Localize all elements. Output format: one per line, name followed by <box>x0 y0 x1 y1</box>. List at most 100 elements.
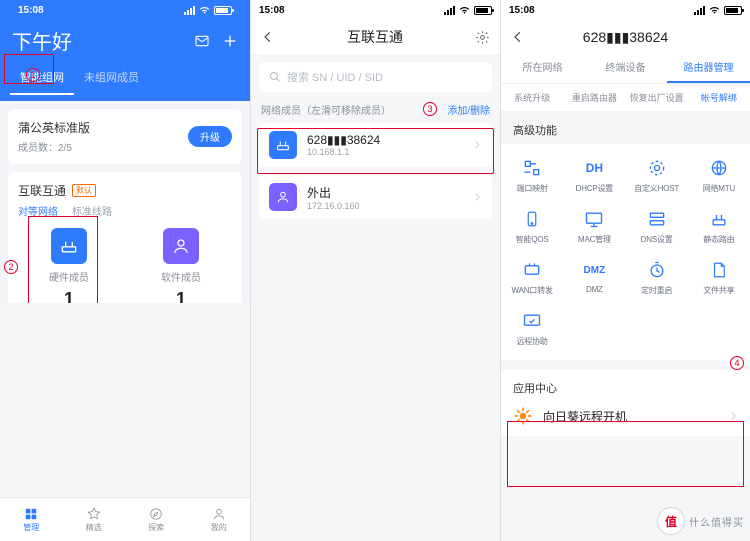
mtu-icon <box>708 157 730 179</box>
app-item-label: 向日葵远程开机 <box>543 408 627 425</box>
signal-icon <box>694 6 705 15</box>
battery-icon <box>474 6 492 15</box>
file-icon <box>708 259 730 281</box>
host-icon <box>646 157 668 179</box>
default-badge: 默认 <box>72 184 96 197</box>
top-tabs: 所在网络 终端设备 路由器管理 <box>501 54 750 84</box>
upgrade-button[interactable]: 升级 <box>188 126 232 147</box>
dns-icon <box>646 208 668 230</box>
plus-icon[interactable] <box>222 33 238 49</box>
tab-explore[interactable]: 探索 <box>125 498 188 541</box>
remote-icon <box>521 310 543 332</box>
static-route-icon <box>708 208 730 230</box>
subtab-peer[interactable]: 对等网络 <box>18 203 58 218</box>
interconnect-card: 互联互通 默认 对等网络 标准线路 硬件成员 1 <box>8 172 242 303</box>
sw-label: 软件成员 <box>161 269 201 284</box>
sub-reboot[interactable]: 重启路由器 <box>563 84 625 111</box>
add-remove-link[interactable]: 添加/删除 <box>447 102 490 117</box>
sub-upgrade[interactable]: 系统升级 <box>501 84 563 111</box>
member-ip: 172.16.0.160 <box>307 201 360 211</box>
back-icon[interactable] <box>511 30 525 44</box>
section-label: 网络成员（左滑可移除成员） <box>261 102 391 117</box>
feat-wan[interactable]: WAN口转发 <box>501 252 563 303</box>
member-name: 外出 <box>307 184 360 201</box>
feat-remote[interactable]: 远程协助 <box>501 303 563 354</box>
feat-dhcp[interactable]: DHDHCP设置 <box>563 150 625 201</box>
subtab-standard[interactable]: 标准线路 <box>72 203 112 218</box>
chevron-right-icon <box>472 192 482 202</box>
tab-network[interactable]: 所在网络 <box>501 54 584 83</box>
hw-label: 硬件成员 <box>49 269 89 284</box>
wifi-icon <box>459 6 470 14</box>
feat-mac[interactable]: MAC管理 <box>563 201 625 252</box>
feat-mtu[interactable]: 网络MTU <box>688 150 750 201</box>
star-icon <box>87 507 101 521</box>
page-title: 互联互通 <box>347 27 403 47</box>
wifi-icon <box>199 6 210 14</box>
router-icon <box>269 131 297 159</box>
feat-dns[interactable]: DNS设置 <box>626 201 688 252</box>
wan-icon <box>521 259 543 281</box>
member-row[interactable]: 外出 172.16.0.160 <box>259 175 492 219</box>
port-map-icon <box>521 157 543 179</box>
tab-devices[interactable]: 终端设备 <box>584 54 667 83</box>
sub-unbind[interactable]: 帐号解绑 <box>688 84 750 111</box>
bottom-tabbar: 管理 精选 探索 我的 <box>0 497 250 541</box>
feat-static[interactable]: 静态路由 <box>688 201 750 252</box>
screen-home: 15:08 下午好 智能组网 未组网成员 1 蒲公英标准版 成员数：2/5 <box>0 0 250 541</box>
interconnect-title: 互联互通 <box>18 182 66 199</box>
search-placeholder: 搜索 SN / UID / SID <box>287 69 383 85</box>
sunflower-icon <box>513 406 533 426</box>
page-title: 628▮▮▮38624 <box>583 29 668 46</box>
feature-grid: 端口映射 DHDHCP设置 自定义HOST 网络MTU 智能QOS MAC管理 … <box>501 144 750 360</box>
sw-count: 1 <box>176 289 186 303</box>
greeting: 下午好 <box>12 26 72 55</box>
member-row[interactable]: 628▮▮▮38624 10.168.1.1 <box>259 123 492 167</box>
screen-interconnect: 15:08 互联互通 搜索 SN / UID / SID 网络成员（左滑可移除成… <box>250 0 500 541</box>
search-input[interactable]: 搜索 SN / UID / SID <box>259 62 492 92</box>
person-icon <box>212 507 226 521</box>
app-item-sunlogin[interactable]: 向日葵远程开机 <box>513 406 738 426</box>
tab-mine[interactable]: 我的 <box>188 498 251 541</box>
battery-icon <box>214 6 232 15</box>
battery-icon <box>724 6 742 15</box>
status-bar: 15:08 <box>251 0 500 20</box>
screen-router: 15:08 628▮▮▮38624 所在网络 终端设备 路由器管理 系统升级 重… <box>500 0 750 541</box>
app-center: 应用中心 向日葵远程开机 4 <box>501 370 750 436</box>
mail-icon[interactable] <box>194 33 210 49</box>
feat-dmz[interactable]: DMZDMZ <box>563 252 625 303</box>
back-icon[interactable] <box>261 30 275 44</box>
tab-smart-network[interactable]: 智能组网 <box>10 63 74 95</box>
hardware-members[interactable]: 硬件成员 1 <box>18 228 120 303</box>
signal-icon <box>184 6 195 15</box>
advanced-section-title: 高级功能 <box>501 112 750 144</box>
router-icon <box>51 228 87 264</box>
status-time: 15:08 <box>18 5 44 16</box>
feat-qos[interactable]: 智能QOS <box>501 201 563 252</box>
software-members[interactable]: 软件成员 1 <box>130 228 232 303</box>
status-bar: 15:08 <box>501 0 750 20</box>
gear-icon[interactable] <box>475 30 490 45</box>
tab-router-mgmt[interactable]: 路由器管理 <box>667 54 750 83</box>
member-ip: 10.168.1.1 <box>307 147 380 157</box>
mac-icon <box>583 208 605 230</box>
feat-host[interactable]: 自定义HOST <box>626 150 688 201</box>
sub-tabs: 系统升级 重启路由器 恢复出厂设置 帐号解绑 <box>501 84 750 112</box>
tab-ungrouped[interactable]: 未组网成员 <box>74 63 149 95</box>
nav-bar: 互联互通 <box>251 20 500 54</box>
feat-reboot[interactable]: 定时重启 <box>626 252 688 303</box>
chevron-right-icon <box>728 411 738 421</box>
user-icon <box>163 228 199 264</box>
tab-manage[interactable]: 管理 <box>0 498 63 541</box>
plan-name: 蒲公英标准版 <box>18 119 90 136</box>
tab-featured[interactable]: 精选 <box>63 498 126 541</box>
feat-port-map[interactable]: 端口映射 <box>501 150 563 201</box>
signal-icon <box>444 6 455 15</box>
dmz-icon: DMZ <box>583 259 605 281</box>
qos-icon <box>521 208 543 230</box>
grid-icon <box>24 507 38 521</box>
sub-factory[interactable]: 恢复出厂设置 <box>626 84 688 111</box>
wifi-icon <box>709 6 720 14</box>
feat-fileshare[interactable]: 文件共享 <box>688 252 750 303</box>
plan-card[interactable]: 蒲公英标准版 成员数：2/5 升级 <box>8 109 242 164</box>
